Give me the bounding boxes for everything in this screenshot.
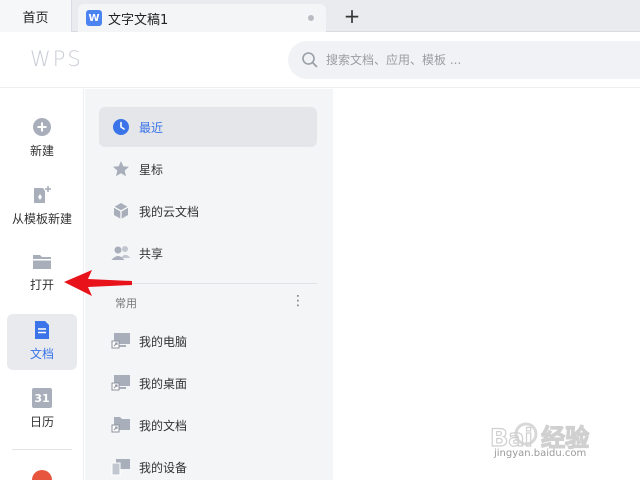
nav-item-shared[interactable]: 共享: [99, 233, 317, 273]
search-bar[interactable]: [288, 41, 640, 79]
tab-home-label: 首页: [22, 10, 49, 26]
baidu-watermark: Bai 经验: [490, 422, 590, 453]
watermark-url: jingyan.baidu.com: [494, 448, 587, 459]
rail-item-documents[interactable]: 文档: [7, 314, 77, 370]
more-options-icon[interactable]: ⋮: [291, 293, 305, 309]
app-icon[interactable]: [32, 470, 52, 480]
rail-item-new[interactable]: 新建: [7, 111, 77, 167]
unsaved-dot-icon[interactable]: [308, 15, 314, 21]
cloud-box-icon: [111, 201, 131, 221]
wps-logo: WPS: [30, 47, 102, 74]
folder-shortcut-icon: [111, 415, 131, 435]
nav-item-starred[interactable]: 星标: [99, 149, 317, 189]
clock-icon: [111, 117, 131, 137]
tab-bar: 首页 W 文字文稿1 +: [0, 0, 640, 32]
star-icon: [111, 159, 131, 179]
folder-icon: [33, 255, 51, 269]
calendar-day: 31: [34, 391, 50, 405]
nav-item-label: 星标: [139, 162, 164, 177]
red-arrow-annotation: [64, 270, 132, 296]
computer-shortcut-icon: [111, 331, 131, 351]
rail-item-label: 从模板新建: [11, 212, 72, 226]
nav-item-label: 我的文档: [139, 418, 188, 433]
search-icon: [302, 52, 318, 68]
rail-item-label: 新建: [29, 144, 54, 158]
tab-document-label: 文字文稿1: [108, 12, 169, 28]
template-icon: [34, 186, 51, 203]
plus-icon: +: [343, 4, 361, 28]
calendar-icon: 31: [32, 388, 52, 408]
wps-logo-text: WPS: [30, 48, 83, 70]
nav-item-cloud-docs[interactable]: 我的云文档: [99, 191, 317, 231]
nav-item-recent[interactable]: 最近: [99, 107, 317, 147]
nav-item-my-desktop[interactable]: 我的桌面: [99, 363, 317, 403]
nav-item-label: 共享: [139, 246, 164, 261]
rail-item-label: 文档: [29, 347, 54, 361]
device-icon: [111, 457, 131, 477]
rail-item-label: 日历: [29, 415, 54, 429]
nav-item-label: 我的云文档: [139, 204, 200, 219]
rail-item-from-template[interactable]: 从模板新建: [7, 179, 77, 235]
document-icon: [35, 321, 49, 339]
nav-item-label: 我的桌面: [139, 376, 188, 391]
rail-item-calendar[interactable]: 31 日历: [7, 382, 77, 438]
rail-divider: [12, 449, 72, 450]
word-doc-icon: W: [86, 10, 102, 26]
nav-item-label: 最近: [139, 120, 164, 135]
header: WPS: [0, 32, 640, 88]
people-icon: [111, 243, 131, 263]
nav-item-my-computer[interactable]: 我的电脑: [99, 321, 317, 361]
tab-home[interactable]: 首页: [0, 0, 72, 32]
tab-document[interactable]: W 文字文稿1: [78, 4, 326, 32]
plus-circle-icon: [33, 118, 51, 136]
nav-item-label: 我的电脑: [139, 334, 188, 349]
rail-item-label: 打开: [29, 278, 54, 292]
nav-item-my-documents[interactable]: 我的文档: [99, 405, 317, 445]
new-tab-button[interactable]: +: [340, 4, 364, 28]
search-input[interactable]: [326, 53, 626, 67]
nav-item-my-devices[interactable]: 我的设备: [99, 447, 317, 480]
desktop-shortcut-icon: [111, 373, 131, 393]
nav-item-label: 我的设备: [139, 460, 188, 475]
